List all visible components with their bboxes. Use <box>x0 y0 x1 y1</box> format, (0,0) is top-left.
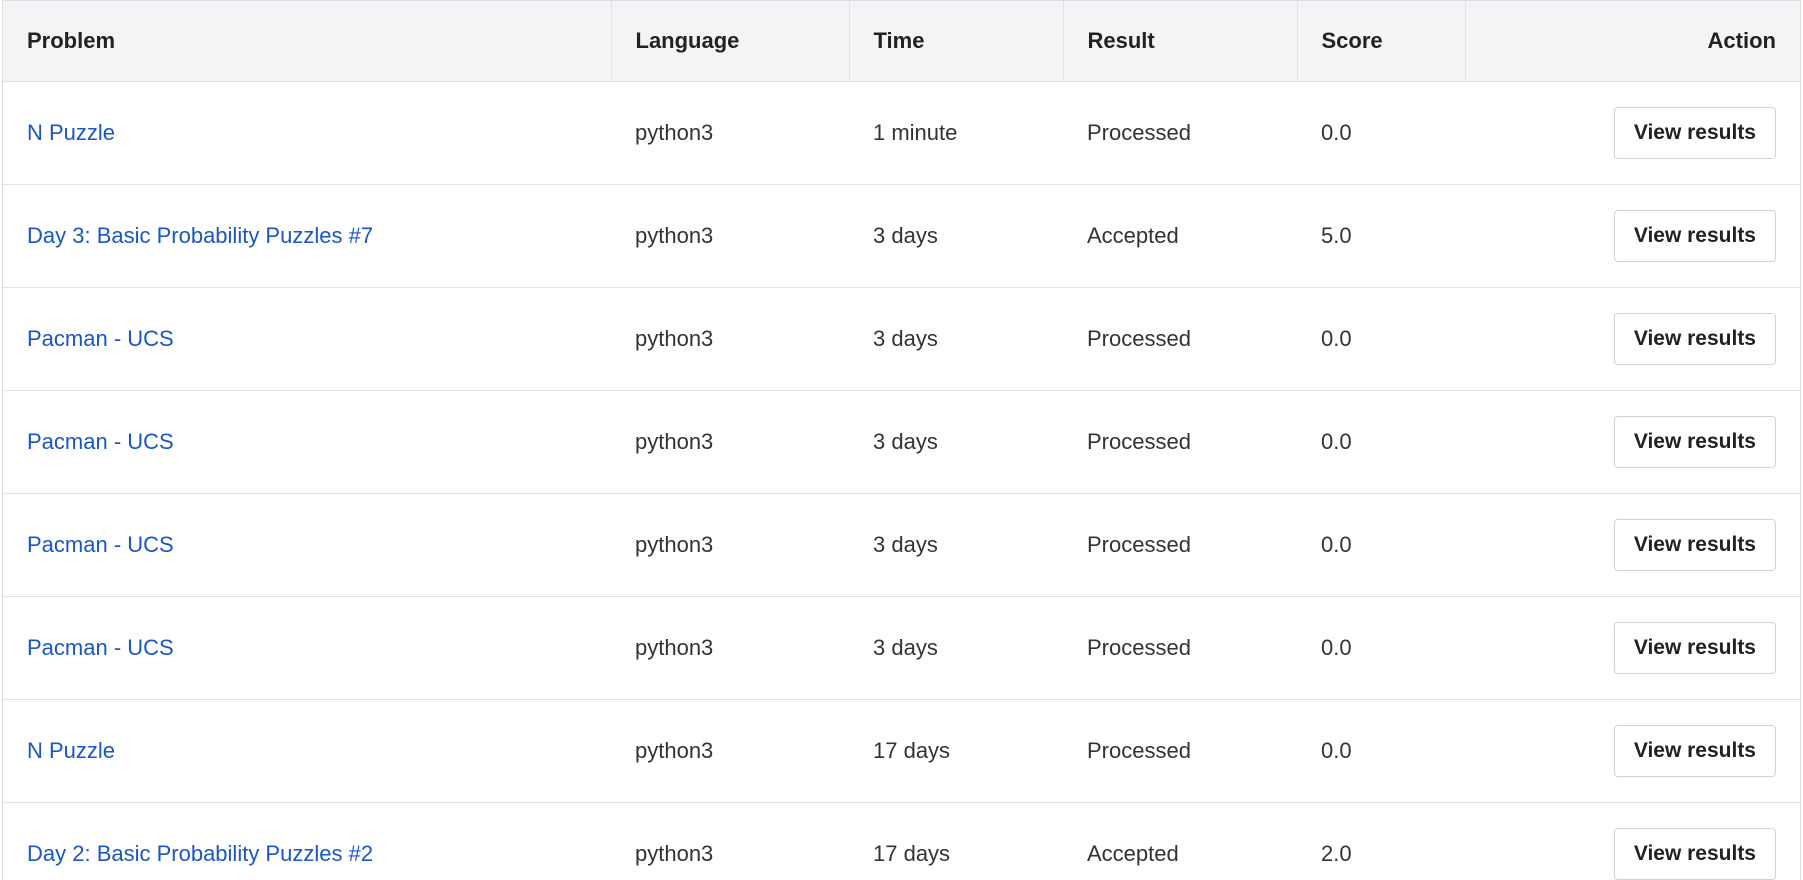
problem-cell: Pacman - UCS <box>3 596 611 700</box>
score-cell: 0.0 <box>1297 390 1465 494</box>
column-header-result: Result <box>1063 0 1298 82</box>
language-cell: python3 <box>611 493 849 597</box>
result-cell: Processed <box>1063 493 1297 597</box>
table-header-row: Problem Language Time Result Score Actio… <box>3 0 1800 82</box>
problem-cell: Pacman - UCS <box>3 390 611 494</box>
view-results-button[interactable]: View results <box>1613 622 1776 674</box>
action-cell: View results <box>1465 699 1800 803</box>
problem-link[interactable]: N Puzzle <box>27 738 115 763</box>
table-header: Problem Language Time Result Score Actio… <box>3 0 1800 82</box>
table-row: Pacman - UCS python3 3 days Processed 0.… <box>3 493 1800 597</box>
score-cell: 0.0 <box>1297 287 1465 391</box>
action-cell: View results <box>1465 596 1800 700</box>
result-cell: Processed <box>1063 699 1297 803</box>
result-cell: Accepted <box>1063 184 1297 288</box>
language-cell: python3 <box>611 390 849 494</box>
problem-link[interactable]: Day 3: Basic Probability Puzzles #7 <box>27 223 373 248</box>
table-row: N Puzzle python3 17 days Processed 0.0 V… <box>3 699 1800 803</box>
problem-link[interactable]: N Puzzle <box>27 120 115 145</box>
problem-cell: N Puzzle <box>3 81 611 185</box>
result-cell: Accepted <box>1063 802 1297 880</box>
table-row: Pacman - UCS python3 3 days Processed 0.… <box>3 390 1800 494</box>
problem-link[interactable]: Pacman - UCS <box>27 326 174 351</box>
submissions-table: Problem Language Time Result Score Actio… <box>3 0 1800 880</box>
table-body: N Puzzle python3 1 minute Processed 0.0 … <box>3 81 1800 880</box>
problem-link[interactable]: Day 2: Basic Probability Puzzles #2 <box>27 841 373 866</box>
action-cell: View results <box>1465 81 1800 185</box>
result-cell: Processed <box>1063 596 1297 700</box>
table-row: Pacman - UCS python3 3 days Processed 0.… <box>3 287 1800 391</box>
view-results-button[interactable]: View results <box>1613 107 1776 159</box>
column-header-score: Score <box>1297 0 1466 82</box>
time-cell: 3 days <box>849 596 1063 700</box>
column-header-action: Action <box>1465 0 1800 82</box>
time-cell: 3 days <box>849 287 1063 391</box>
time-cell: 17 days <box>849 802 1063 880</box>
problem-cell: Pacman - UCS <box>3 493 611 597</box>
view-results-button[interactable]: View results <box>1613 519 1776 571</box>
table-row: Day 2: Basic Probability Puzzles #2 pyth… <box>3 802 1800 880</box>
view-results-button[interactable]: View results <box>1613 210 1776 262</box>
result-cell: Processed <box>1063 287 1297 391</box>
problem-link[interactable]: Pacman - UCS <box>27 635 174 660</box>
score-cell: 2.0 <box>1297 802 1465 880</box>
language-cell: python3 <box>611 596 849 700</box>
problem-cell: Day 2: Basic Probability Puzzles #2 <box>3 802 611 880</box>
time-cell: 3 days <box>849 184 1063 288</box>
action-cell: View results <box>1465 184 1800 288</box>
problem-link[interactable]: Pacman - UCS <box>27 429 174 454</box>
time-cell: 3 days <box>849 493 1063 597</box>
result-cell: Processed <box>1063 81 1297 185</box>
score-cell: 0.0 <box>1297 81 1465 185</box>
view-results-button[interactable]: View results <box>1613 313 1776 365</box>
language-cell: python3 <box>611 699 849 803</box>
action-cell: View results <box>1465 287 1800 391</box>
action-cell: View results <box>1465 390 1800 494</box>
table-row: Pacman - UCS python3 3 days Processed 0.… <box>3 596 1800 700</box>
view-results-button[interactable]: View results <box>1613 828 1776 880</box>
time-cell: 1 minute <box>849 81 1063 185</box>
score-cell: 0.0 <box>1297 699 1465 803</box>
language-cell: python3 <box>611 81 849 185</box>
column-header-problem: Problem <box>3 0 612 82</box>
view-results-button[interactable]: View results <box>1613 416 1776 468</box>
problem-cell: N Puzzle <box>3 699 611 803</box>
language-cell: python3 <box>611 802 849 880</box>
time-cell: 3 days <box>849 390 1063 494</box>
problem-cell: Pacman - UCS <box>3 287 611 391</box>
table-row: Day 3: Basic Probability Puzzles #7 pyth… <box>3 184 1800 288</box>
action-cell: View results <box>1465 802 1800 880</box>
score-cell: 0.0 <box>1297 493 1465 597</box>
score-cell: 0.0 <box>1297 596 1465 700</box>
language-cell: python3 <box>611 184 849 288</box>
action-cell: View results <box>1465 493 1800 597</box>
submissions-table-container: Problem Language Time Result Score Actio… <box>2 0 1801 880</box>
table-row: N Puzzle python3 1 minute Processed 0.0 … <box>3 81 1800 185</box>
time-cell: 17 days <box>849 699 1063 803</box>
problem-cell: Day 3: Basic Probability Puzzles #7 <box>3 184 611 288</box>
language-cell: python3 <box>611 287 849 391</box>
score-cell: 5.0 <box>1297 184 1465 288</box>
result-cell: Processed <box>1063 390 1297 494</box>
problem-link[interactable]: Pacman - UCS <box>27 532 174 557</box>
column-header-time: Time <box>849 0 1064 82</box>
column-header-language: Language <box>611 0 850 82</box>
view-results-button[interactable]: View results <box>1613 725 1776 777</box>
